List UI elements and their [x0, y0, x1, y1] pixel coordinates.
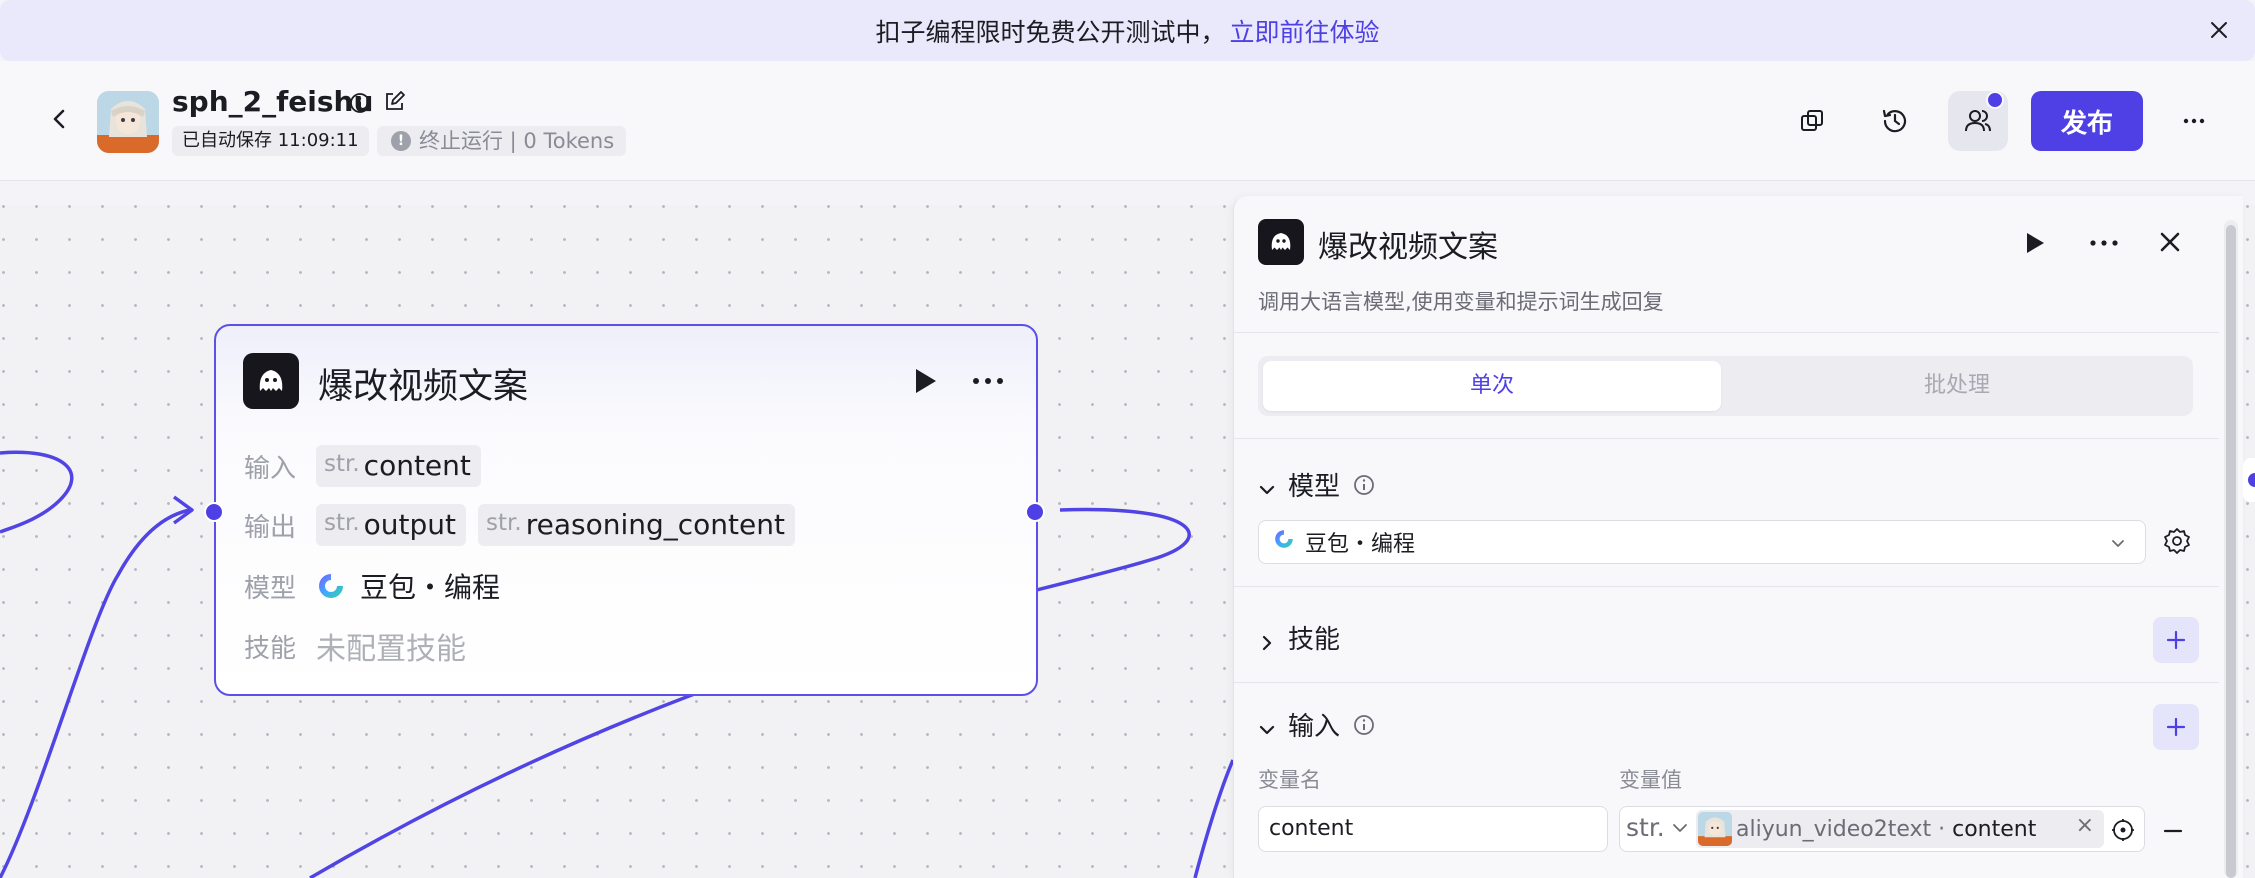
node-output-row: 输出 str. output str. reasoning_content: [244, 504, 795, 546]
info-icon[interactable]: [1352, 473, 1376, 497]
node-avatar-icon: [1698, 812, 1732, 846]
node-skill-row: 技能 未配置技能: [244, 624, 466, 668]
output-chip: str. reasoning_content: [478, 504, 795, 546]
input-section-title: 输入: [1288, 712, 1341, 742]
variable-reference-tag: aliyun_video2text · content ×: [1696, 810, 2104, 848]
autosave-badge: 已自动保存 11:09:11: [172, 126, 369, 156]
chevron-down-icon: [2109, 533, 2127, 551]
divider: [1234, 438, 2219, 439]
chevron-down-icon: [1258, 476, 1276, 494]
node-config-panel: 爆改视频文案 调用大语言模型,使用变量和提示词生成回复 单次 批处理 模型 豆包…: [1233, 196, 2243, 878]
run-mode-tabs: 单次 批处理: [1258, 356, 2193, 416]
model-section-title: 模型: [1288, 472, 1341, 502]
play-icon[interactable]: [2019, 228, 2049, 258]
output-chip: str. output: [316, 504, 467, 546]
model-value: 豆包・编程: [360, 571, 501, 604]
input-label: 输入: [244, 453, 297, 484]
edit-icon[interactable]: [382, 90, 406, 114]
notification-badge: [1986, 91, 2004, 109]
node-input-row: 输入 str. content: [244, 445, 481, 487]
add-input-button[interactable]: [2153, 704, 2199, 750]
input-port[interactable]: [204, 502, 224, 522]
skill-section-title: 技能: [1288, 625, 1341, 655]
output-label: 输出: [244, 512, 297, 543]
collaborators-button[interactable]: [1948, 91, 2008, 151]
input-chip: str. content: [316, 445, 481, 487]
panel-scrollbar-thumb[interactable]: [2226, 225, 2236, 878]
announcement-banner: 扣子编程限时免费公开测试中， 立即前往体验: [0, 0, 2255, 61]
edge-port[interactable]: [2248, 473, 2255, 487]
node-title: 爆改视频文案: [318, 367, 529, 407]
project-name: sph_2_feishu: [172, 85, 374, 118]
banner-link[interactable]: 立即前往体验: [1230, 13, 1380, 49]
variable-value-header: 变量值: [1619, 768, 1682, 792]
run-status-text: 终止运行 | 0 Tokens: [419, 129, 615, 153]
reference-separator: ·: [1931, 816, 1953, 842]
model-label: 模型: [244, 573, 297, 604]
chevron-down-icon: [1258, 716, 1276, 734]
minus-icon[interactable]: [2160, 818, 2186, 844]
doubao-logo-icon: [316, 571, 346, 601]
banner-text: 扣子编程限时免费公开测试中，: [875, 17, 1226, 47]
editor-header: sph_2_feishu 已自动保存 11:09:11 ! 终止运行 | 0 T…: [0, 61, 2255, 181]
node-model-row: 模型 豆包・编程: [244, 566, 500, 606]
divider: [1234, 586, 2219, 587]
project-avatar: [97, 91, 159, 153]
panel-title: 爆改视频文案: [1318, 230, 1498, 265]
type-select[interactable]: str.: [1626, 813, 1689, 842]
clear-reference-button[interactable]: ×: [2076, 813, 2094, 838]
reference-source: aliyun_video2text: [1736, 816, 1932, 842]
chevron-down-icon: [1672, 823, 1687, 832]
llm-ghost-icon: [1258, 219, 1304, 265]
alert-icon: !: [391, 131, 411, 151]
tab-single[interactable]: 单次: [1263, 361, 1721, 411]
tab-batch[interactable]: 批处理: [1728, 361, 2186, 411]
history-button[interactable]: [1865, 91, 1925, 151]
run-status-badge: ! 终止运行 | 0 Tokens: [377, 126, 627, 156]
more-menu-button[interactable]: [2164, 91, 2224, 151]
input-section-header[interactable]: 输入: [1258, 706, 1376, 743]
target-icon[interactable]: [2110, 817, 2136, 843]
more-icon[interactable]: [2086, 228, 2122, 258]
output-port[interactable]: [1025, 502, 1045, 522]
llm-ghost-icon: [243, 353, 299, 409]
play-icon[interactable]: [907, 364, 941, 398]
skill-label: 技能: [244, 633, 297, 664]
reference-field: content: [1952, 816, 2037, 842]
publish-button[interactable]: 发布: [2031, 91, 2143, 151]
more-icon[interactable]: [968, 364, 1008, 398]
model-select-value: 豆包・编程: [1305, 532, 1416, 557]
skill-empty: 未配置技能: [316, 632, 466, 667]
doubao-logo-icon: [1273, 528, 1295, 556]
variable-value-field[interactable]: str. aliyun_video2text · content ×: [1619, 806, 2145, 852]
close-icon[interactable]: [2154, 226, 2186, 258]
info-icon[interactable]: [1352, 713, 1376, 737]
add-skill-button[interactable]: [2153, 617, 2199, 663]
divider: [1234, 682, 2219, 683]
variable-name-input[interactable]: content: [1258, 806, 1608, 852]
type-select-value: str.: [1626, 813, 1665, 842]
close-icon[interactable]: [2205, 16, 2233, 44]
divider: [1234, 332, 2219, 333]
gear-icon[interactable]: [2162, 526, 2192, 556]
panel-description: 调用大语言模型,使用变量和提示词生成回复: [1258, 290, 1664, 314]
llm-node[interactable]: 爆改视频文案 输入 str. content 输出 str. output str.…: [214, 324, 1038, 696]
model-select[interactable]: 豆包・编程: [1258, 520, 2146, 564]
model-section-header[interactable]: 模型: [1258, 466, 1376, 503]
back-arrow-icon[interactable]: [44, 101, 74, 137]
variable-name-header: 变量名: [1258, 768, 1321, 792]
skill-section-header[interactable]: 技能: [1258, 619, 1340, 656]
chevron-right-icon: [1258, 629, 1276, 650]
info-icon[interactable]: [348, 91, 372, 115]
copy-button[interactable]: [1782, 91, 1842, 151]
